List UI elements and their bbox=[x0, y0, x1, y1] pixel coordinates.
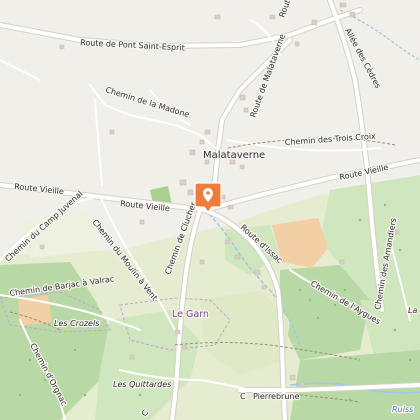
label-le-garn: Le Garn bbox=[172, 309, 209, 320]
label-les-quittardes: Les Quittardes bbox=[113, 380, 171, 389]
label-ruisseau: Ruiss bbox=[392, 405, 413, 414]
label-route-c: C bbox=[240, 392, 246, 401]
map-canvas: Route de Pont Saint-Esprit Route Route d… bbox=[0, 0, 420, 420]
label-pierrebrune: Pierrebrune bbox=[253, 392, 299, 401]
label-les-crozels: Les Crozels bbox=[54, 319, 99, 328]
label-town: Malataverne bbox=[203, 150, 265, 161]
label-la: La bbox=[408, 306, 417, 315]
map-view[interactable]: Route de Pont Saint-Esprit Route Route d… bbox=[0, 0, 420, 420]
